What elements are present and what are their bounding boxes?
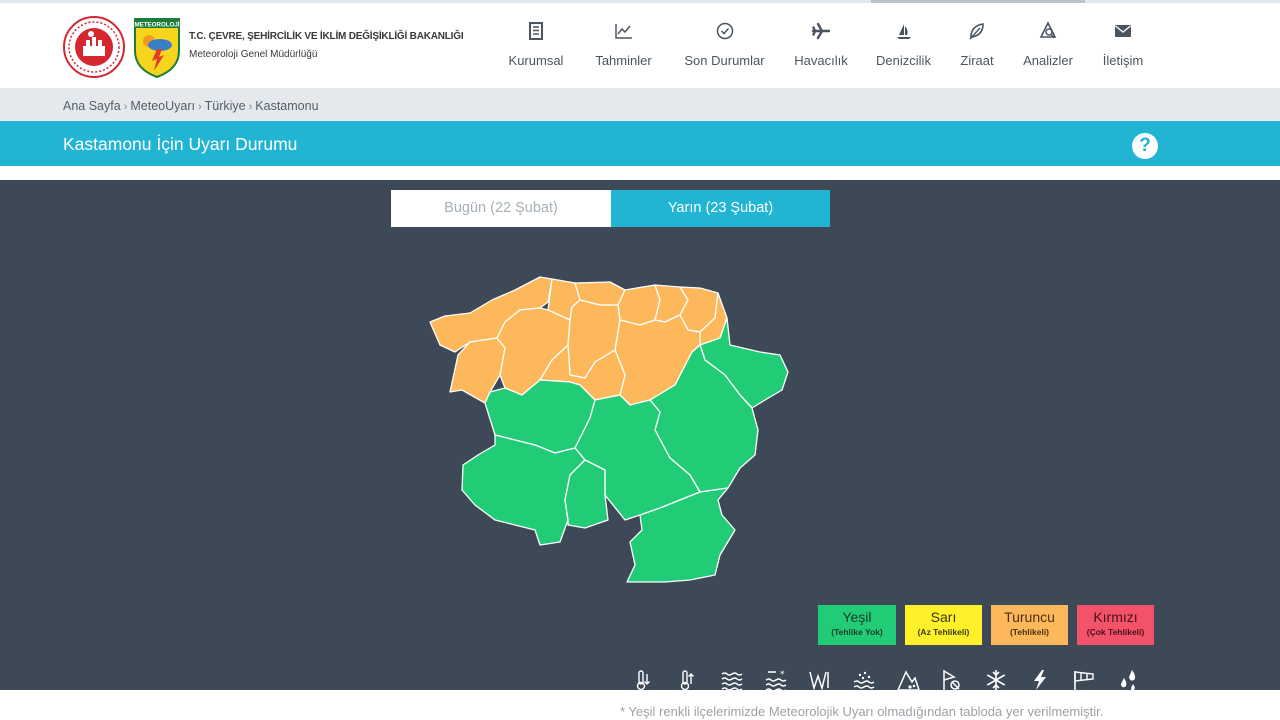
lightning-icon[interactable] [1028,668,1052,690]
nav-iletisim[interactable]: İletişim [1098,21,1148,81]
snow-melt-icon[interactable]: * [764,668,788,690]
nav-ziraat[interactable]: Ziraat [956,21,998,81]
chart-line-icon [590,21,657,47]
page-title: Kastamonu İçin Uyarı Durumu [63,134,298,154]
organization-line-1: T.C. ÇEVRE, ŞEHİRCİLİK VE İKLİM DEĞİŞİKL… [189,31,464,42]
hail-icon[interactable] [940,668,964,690]
nav-denizcilik[interactable]: Denizcilik [872,21,935,81]
legend-yellow-name: Sarı [930,609,957,625]
airplane-icon [792,21,850,47]
nav-label: Kurumsal [508,53,564,68]
nav-tahminler[interactable]: Tahminler [590,21,657,81]
dust-icon[interactable] [852,668,876,690]
nav-label: İletişim [1102,53,1144,68]
meteoroloji-logo-text: METEOROLOJİ [134,22,179,29]
analysis-icon [1019,21,1077,47]
footnote: * Yeşil renkli ilçelerimizde Meteoroloji… [620,704,1104,719]
breadcrumb-bar: Ana Sayfa › MeteoUyarı › Türkiye › Kastamonu [0,88,1280,121]
legend-green-name: Yeşil [842,609,872,625]
legend-orange-name: Turuncu [1004,609,1055,625]
nav-label: Ziraat [960,53,994,68]
legend-yellow: Sarı (Az Tehlikeli) [905,605,982,645]
district-inebolu[interactable] [617,284,661,326]
svg-text:*: * [780,670,785,680]
legend-red-desc: (Çok Tehlikeli) [1086,627,1145,637]
nav-label: Son Durumlar [684,53,765,68]
nav-label: Denizcilik [876,53,931,68]
legend-yellow-desc: (Az Tehlikeli) [917,627,970,637]
nav-son-durumlar[interactable]: Son Durumlar [679,21,770,81]
avalanche-icon[interactable] [896,668,920,690]
legend-red-name: Kırmızı [1093,609,1138,625]
snow-icon[interactable] [984,668,1008,690]
nav-label: Tahminler [595,53,652,68]
meteoroloji-logo[interactable]: METEOROLOJİ [133,17,181,79]
breadcrumb-item-turkiye[interactable]: Türkiye [205,99,246,113]
nav-havacilik[interactable]: Havacılık [792,21,850,81]
legend-orange: Turuncu (Tehlikeli) [991,605,1068,645]
cold-icon[interactable] [632,668,656,690]
breadcrumb-item-ana-sayfa[interactable]: Ana Sayfa [63,99,121,113]
fog-icon[interactable] [720,668,744,690]
organization-name[interactable]: T.C. ÇEVRE, ŞEHİRCİLİK VE İKLİM DEĞİŞİKL… [189,31,464,60]
organization-line-2: Meteoroloji Genel Müdürlüğü [189,49,318,60]
hot-icon[interactable] [676,668,700,690]
legend-red: Kırmızı (Çok Tehlikeli) [1077,605,1154,645]
nav-kurumsal[interactable]: Kurumsal [505,21,567,81]
leaf-icon [956,21,998,47]
breadcrumb-separator: › [248,101,253,113]
breadcrumb-item-kastamonu: Kastamonu [255,99,319,113]
breadcrumb-separator: › [197,101,202,113]
nav-label: Analizler [1023,53,1073,68]
breadcrumb-item-meteouyari[interactable]: MeteoUyarı [130,99,195,113]
building-icon [505,21,567,47]
wind-icon[interactable] [808,668,832,690]
legend-green: Yeşil (Tehlike Yok) [818,605,896,645]
clock-check-icon [679,21,770,47]
nav-label: Havacılık [794,53,848,68]
legend-green-desc: (Tehlike Yok) [831,627,883,637]
rain-icon[interactable] [1116,668,1140,690]
breadcrumb: Ana Sayfa › MeteoUyarı › Türkiye › Kastamonu [63,99,319,113]
sailboat-icon [872,21,935,47]
nav-analizler[interactable]: Analizler [1019,21,1077,81]
warning-map-panel: Bugün (22 Şubat) Yarın (23 Şubat) Yeşil … [0,180,1280,690]
envelope-icon [1098,21,1148,47]
ministry-logo[interactable] [63,16,125,78]
windsock-icon[interactable] [1072,668,1096,690]
title-bar: Kastamonu İçin Uyarı Durumu [0,121,1280,166]
legend-orange-desc: (Tehlikeli) [1009,627,1050,637]
breadcrumb-separator: › [123,101,128,113]
help-button[interactable]: ? [1132,133,1158,159]
spacer [0,166,1280,180]
site-header: METEOROLOJİ T.C. ÇEVRE, ŞEHİRCİLİK VE İK… [0,3,1280,88]
